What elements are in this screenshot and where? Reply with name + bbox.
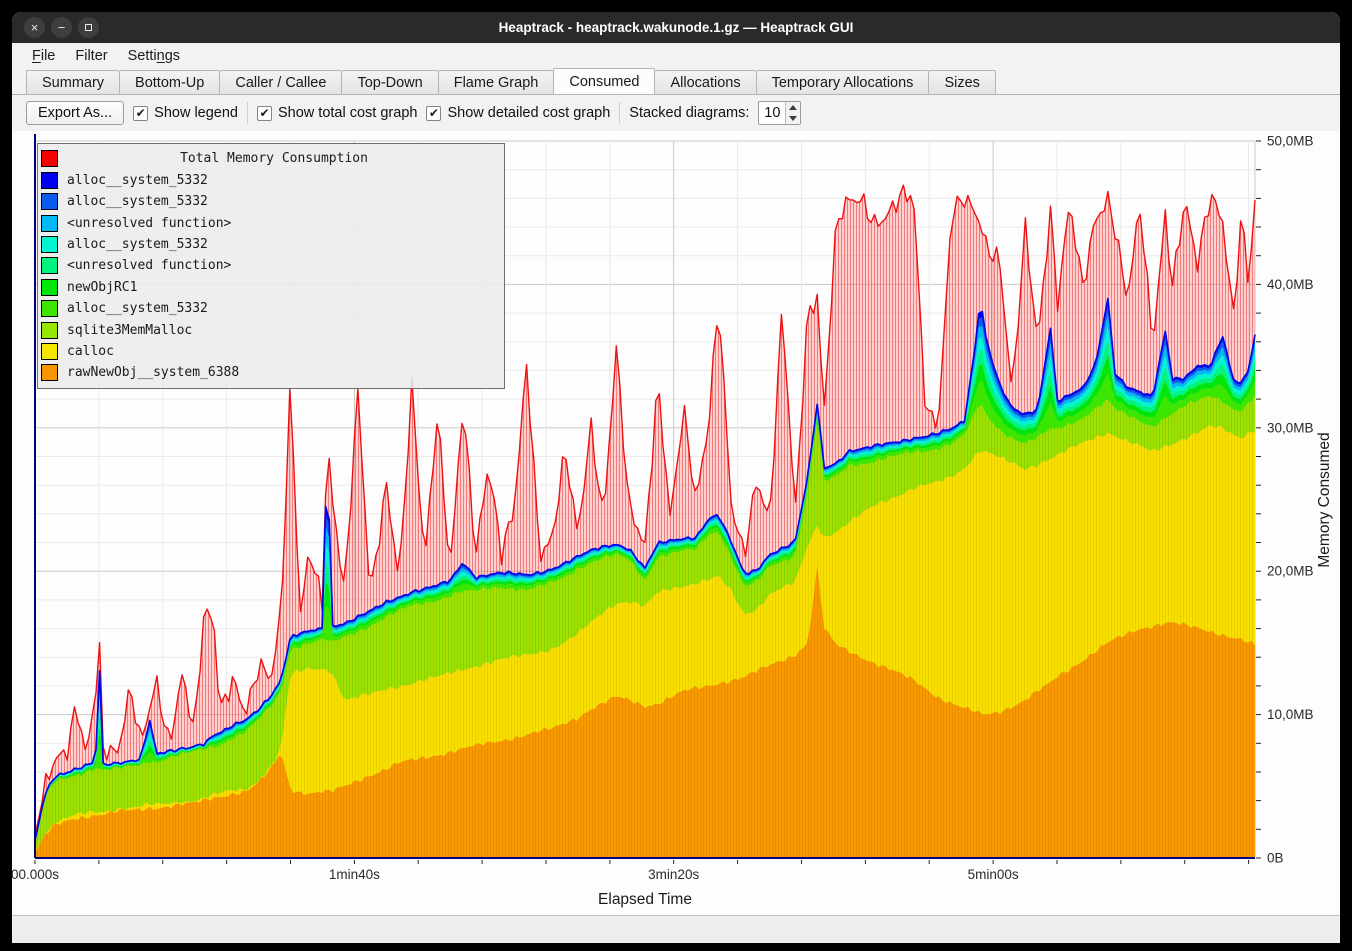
y-tick-label: 40,0MB [1267, 277, 1314, 292]
legend-label: rawNewObj__system_6388 [67, 365, 239, 380]
legend-item: newObjRC1 [41, 279, 501, 296]
stepper-up-button[interactable] [786, 102, 800, 113]
chevron-up-icon [789, 105, 797, 110]
x-tick-label: 00.000s [12, 867, 59, 882]
legend-label: newObjRC1 [67, 280, 137, 295]
legend-item: calloc [41, 343, 501, 360]
legend-item: alloc__system_5332 [41, 300, 501, 317]
toolbar-separator [247, 102, 248, 124]
checkbox-label: Show legend [154, 105, 238, 121]
legend-item: alloc__system_5332 [41, 236, 501, 253]
legend-label: Total Memory Consumption [67, 151, 501, 166]
legend-swatch-icon [41, 193, 58, 210]
window-controls: × − [24, 12, 99, 43]
close-button[interactable]: × [24, 17, 45, 38]
checkbox-label: Show detailed cost graph [447, 105, 610, 121]
export-as-button[interactable]: Export As... [26, 101, 124, 125]
legend-label: calloc [67, 344, 114, 359]
legend-swatch-icon [41, 215, 58, 232]
tab-allocations[interactable]: Allocations [655, 70, 755, 95]
titlebar[interactable]: × − Heaptrack - heaptrack.wakunode.1.gz … [12, 12, 1340, 43]
y-tick-label: 10,0MB [1267, 707, 1314, 722]
x-tick-label: 3min20s [648, 867, 699, 882]
minimize-icon: − [58, 21, 66, 34]
checkbox-icon: ✔ [426, 106, 441, 121]
checkbox-show-detailed-cost-graph[interactable]: ✔ Show detailed cost graph [426, 105, 610, 121]
menu-file[interactable]: File [22, 46, 65, 66]
stepper-down-button[interactable] [786, 113, 800, 124]
x-tick-label: 5min00s [968, 867, 1019, 882]
y-tick-label: 30,0MB [1267, 420, 1314, 435]
maximize-button[interactable] [78, 17, 99, 38]
x-axis-title: Elapsed Time [598, 891, 692, 908]
app-window: × − Heaptrack - heaptrack.wakunode.1.gz … [12, 12, 1340, 943]
stacked-diagrams-label: Stacked diagrams: [629, 105, 749, 121]
legend-label: <unresolved function> [67, 258, 231, 273]
tab-temporary-allocations[interactable]: Temporary Allocations [756, 70, 929, 95]
legend-item: rawNewObj__system_6388 [41, 364, 501, 381]
y-tick-label: 0B [1267, 851, 1284, 866]
tab-bar: SummaryBottom-UpCaller / CalleeTop-DownF… [12, 68, 1340, 95]
tab-top-down[interactable]: Top-Down [341, 70, 437, 95]
legend-label: sqlite3MemMalloc [67, 323, 192, 338]
legend-item: alloc__system_5332 [41, 193, 501, 210]
tab-flame-graph[interactable]: Flame Graph [438, 70, 554, 95]
menu-filter[interactable]: Filter [65, 46, 117, 66]
legend-swatch-icon [41, 257, 58, 274]
legend-item: alloc__system_5332 [41, 172, 501, 189]
legend-item: <unresolved function> [41, 215, 501, 232]
checkbox-label: Show total cost graph [278, 105, 417, 121]
legend-label: alloc__system_5332 [67, 301, 208, 316]
checkbox-icon: ✔ [257, 106, 272, 121]
legend-swatch-icon [41, 343, 58, 360]
close-icon: × [31, 21, 39, 34]
x-tick-label: 1min40s [329, 867, 380, 882]
legend-swatch-icon [41, 279, 58, 296]
chart-legend: Total Memory Consumption alloc__system_53… [37, 143, 505, 389]
legend-swatch-icon [41, 300, 58, 317]
status-bar [12, 915, 1340, 943]
legend-swatch-icon [41, 322, 58, 339]
checkbox-icon: ✔ [133, 106, 148, 121]
legend-title-row: Total Memory Consumption [41, 150, 501, 167]
legend-item: sqlite3MemMalloc [41, 322, 501, 339]
tab-sizes[interactable]: Sizes [928, 70, 995, 95]
legend-label: alloc__system_5332 [67, 173, 208, 188]
y-axis-title: Memory Consumed [1316, 432, 1333, 567]
y-tick-label: 50,0MB [1267, 134, 1314, 149]
menubar: FileFilterSettings [12, 43, 1340, 68]
legend-swatch-icon [41, 172, 58, 189]
legend-label: alloc__system_5332 [67, 194, 208, 209]
consumed-chart-area: 00.000s 1min40s 3min20s 5min00s 0B 10,0MB 20,0… [12, 131, 1340, 915]
legend-item: <unresolved function> [41, 257, 501, 274]
chevron-down-icon [789, 116, 797, 121]
toolbar: Export As... ✔ Show legend ✔ Show total cos… [12, 95, 1340, 131]
legend-swatch-icon [41, 236, 58, 253]
tab-consumed[interactable]: Consumed [553, 68, 655, 95]
toolbar-separator [619, 102, 620, 124]
stepper-arrows[interactable] [785, 102, 800, 124]
legend-swatch-icon [41, 364, 58, 381]
legend-label: <unresolved function> [67, 216, 231, 231]
stacked-diagrams-stepper[interactable]: 10 [758, 101, 801, 125]
tab-caller-callee[interactable]: Caller / Callee [219, 70, 341, 95]
maximize-icon [85, 24, 92, 31]
menu-settings[interactable]: Settings [118, 46, 190, 66]
window-title: Heaptrack - heaptrack.wakunode.1.gz — He… [12, 20, 1340, 35]
tab-bottom-up[interactable]: Bottom-Up [119, 70, 219, 95]
legend-swatch-icon [41, 150, 58, 167]
checkbox-show-total-cost-graph[interactable]: ✔ Show total cost graph [257, 105, 417, 121]
minimize-button[interactable]: − [51, 17, 72, 38]
stacked-diagrams-value: 10 [759, 102, 785, 124]
y-tick-label: 20,0MB [1267, 564, 1314, 579]
tab-summary[interactable]: Summary [26, 70, 119, 95]
legend-label: alloc__system_5332 [67, 237, 208, 252]
checkbox-show-legend[interactable]: ✔ Show legend [133, 105, 238, 121]
